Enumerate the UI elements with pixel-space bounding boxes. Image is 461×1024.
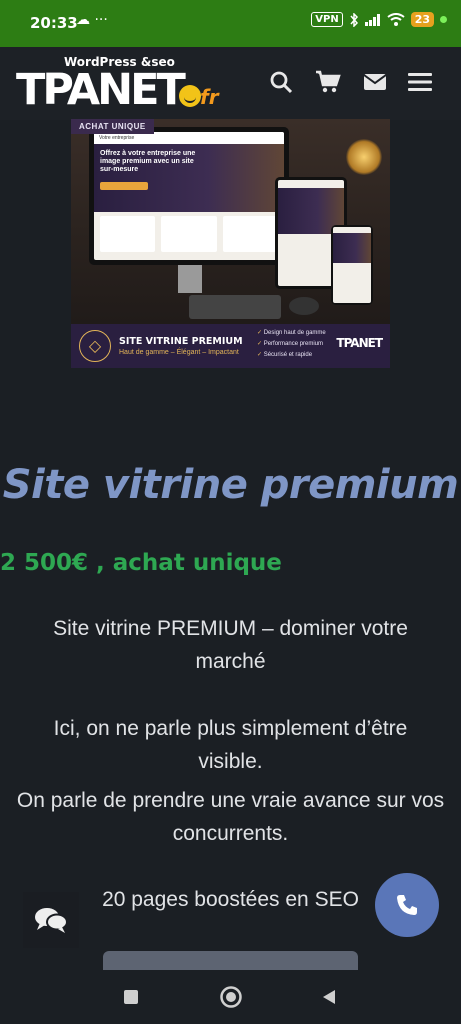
status-right-icons: VPN 23 xyxy=(311,12,447,27)
site-logo[interactable]: WordPress &seo TPANET fr xyxy=(16,55,228,113)
banner-features: ✓ Design haut de gamme ✓ Performance pre… xyxy=(257,328,326,361)
circle-icon xyxy=(220,986,242,1008)
banner-subtitle: Haut de gamme – Élégant – Impactant xyxy=(119,349,239,356)
banner-logo: TPANET xyxy=(336,336,383,350)
screen-card xyxy=(100,216,156,252)
check-icon: ✓ xyxy=(257,352,264,358)
banner-feature: ✓ Sécurisé et rapide xyxy=(257,352,313,358)
banner-feature: ✓ Performance premium xyxy=(257,341,324,347)
logo-suffix: fr xyxy=(200,85,219,109)
product-banner: ◇ SITE VITRINE PREMIUM Haut de gamme – É… xyxy=(71,324,390,368)
screen-card xyxy=(161,216,217,252)
banner-title: SITE VITRINE PREMIUM xyxy=(119,336,243,347)
call-button[interactable] xyxy=(375,873,439,937)
description-paragraph: Site vitrine PREMIUM – dominer votre mar… xyxy=(53,617,408,673)
phone-illustration xyxy=(331,225,373,305)
cloud-icon: ☁ ··· xyxy=(76,12,108,28)
status-bar: 20:33 ☁ ··· VPN 23 xyxy=(0,0,461,47)
search-icon[interactable] xyxy=(266,67,296,97)
phone-screen xyxy=(333,227,371,303)
phone-hero xyxy=(333,233,371,263)
screen-hero-title: Offrez à votre entreprise une image prem… xyxy=(100,150,196,173)
product-price: 2 500€ , achat unique xyxy=(0,550,282,576)
wifi-icon xyxy=(387,13,405,26)
monitor-illustration: Votre entreprise Offrez à votre entrepri… xyxy=(89,127,289,265)
diamond-icon: ◇ xyxy=(79,330,111,362)
bluetooth-icon xyxy=(350,12,358,27)
banner-feature: ✓ Design haut de gamme xyxy=(257,330,326,336)
description-paragraph: On parle de prendre une vraie avance sur… xyxy=(16,789,445,845)
notification-dot xyxy=(440,16,447,23)
signal-icon xyxy=(364,13,380,26)
back-button[interactable] xyxy=(316,984,342,1010)
description-paragraph: Ici, on ne parle plus simplement d’être … xyxy=(53,717,408,773)
status-time: 20:33 xyxy=(30,14,78,32)
product-image[interactable]: Votre entreprise Offrez à votre entrepri… xyxy=(71,119,390,368)
lamp-illustration xyxy=(346,139,382,175)
monitor-stand xyxy=(178,265,202,293)
screen-cards xyxy=(100,216,278,252)
keyboard-illustration xyxy=(189,295,281,319)
phone-icon xyxy=(397,895,417,915)
product-title: Site vitrine premium xyxy=(2,462,459,508)
back-triangle-icon xyxy=(323,990,335,1004)
chat-icon xyxy=(35,908,68,933)
achat-unique-badge: ACHAT UNIQUE xyxy=(71,119,154,134)
screen-hero-button xyxy=(100,182,148,190)
logo-wordmark: TPANET xyxy=(16,65,186,115)
menu-icon[interactable] xyxy=(405,67,435,97)
mail-icon[interactable] xyxy=(360,67,390,97)
screen-card xyxy=(222,216,278,252)
system-nav-bar xyxy=(0,970,461,1024)
vpn-icon: VPN xyxy=(311,12,343,27)
screen-hero: Offrez à votre entreprise une image prem… xyxy=(94,144,284,212)
chat-widget-button[interactable] xyxy=(23,892,79,948)
mouse-illustration xyxy=(289,297,319,315)
home-button[interactable] xyxy=(218,984,244,1010)
check-icon: ✓ xyxy=(257,341,264,347)
square-icon xyxy=(124,990,138,1004)
recent-apps-button[interactable] xyxy=(118,984,144,1010)
smiley-icon xyxy=(179,85,201,107)
cart-icon[interactable] xyxy=(313,67,343,97)
battery-indicator: 23 xyxy=(410,12,434,27)
check-icon: ✓ xyxy=(257,330,264,336)
site-header: WordPress &seo TPANET fr xyxy=(0,47,461,120)
banner-text: SITE VITRINE PREMIUM Haut de gamme – Élé… xyxy=(119,336,243,356)
monitor-screen: Votre entreprise Offrez à votre entrepri… xyxy=(94,132,284,260)
